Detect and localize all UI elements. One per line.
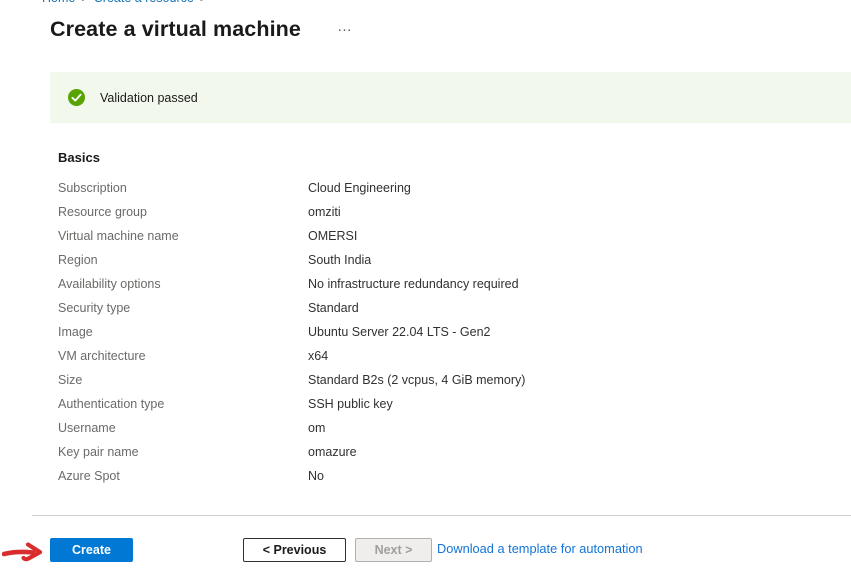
field-label: Security type xyxy=(58,301,308,315)
field-value: Cloud Engineering xyxy=(308,181,411,195)
field-row: ImageUbuntu Server 22.04 LTS - Gen2 xyxy=(58,320,831,344)
previous-button[interactable]: < Previous xyxy=(243,538,346,562)
field-row: SizeStandard B2s (2 vcpus, 4 GiB memory) xyxy=(58,368,831,392)
field-value: omazure xyxy=(308,445,357,459)
field-label: Image xyxy=(58,325,308,339)
page-title: Create a virtual machine xyxy=(50,17,301,42)
footer-divider xyxy=(32,515,851,516)
field-row: Security typeStandard xyxy=(58,296,831,320)
check-circle-icon xyxy=(68,89,85,106)
field-label: Availability options xyxy=(58,277,308,291)
field-row: Authentication typeSSH public key xyxy=(58,392,831,416)
field-label: Authentication type xyxy=(58,397,308,411)
field-label: Subscription xyxy=(58,181,308,195)
field-value: Standard xyxy=(308,301,359,315)
field-label: VM architecture xyxy=(58,349,308,363)
field-row: Key pair nameomazure xyxy=(58,440,831,464)
field-value: OMERSI xyxy=(308,229,357,243)
field-row: SubscriptionCloud Engineering xyxy=(58,176,831,200)
field-value: x64 xyxy=(308,349,328,363)
field-value: South India xyxy=(308,253,371,267)
field-row: Availability optionsNo infrastructure re… xyxy=(58,272,831,296)
field-value: Standard B2s (2 vcpus, 4 GiB memory) xyxy=(308,373,525,387)
fields-table: SubscriptionCloud EngineeringResource gr… xyxy=(58,176,831,488)
field-value: omziti xyxy=(308,205,341,219)
field-label: Key pair name xyxy=(58,445,308,459)
field-value: No xyxy=(308,469,324,483)
field-row: Azure SpotNo xyxy=(58,464,831,488)
field-value: No infrastructure redundancy required xyxy=(308,277,519,291)
field-label: Region xyxy=(58,253,308,267)
field-row: Resource groupomziti xyxy=(58,200,831,224)
field-label: Size xyxy=(58,373,308,387)
next-button: Next > xyxy=(355,538,432,562)
download-template-link[interactable]: Download a template for automation xyxy=(437,541,643,556)
field-label: Azure Spot xyxy=(58,469,308,483)
breadcrumb-home-link[interactable]: Home xyxy=(42,0,75,5)
field-value: Ubuntu Server 22.04 LTS - Gen2 xyxy=(308,325,491,339)
field-row: RegionSouth India xyxy=(58,248,831,272)
more-options-icon[interactable]: … xyxy=(337,18,353,35)
field-label: Resource group xyxy=(58,205,308,219)
field-row: Usernameom xyxy=(58,416,831,440)
field-row: Virtual machine nameOMERSI xyxy=(58,224,831,248)
breadcrumb: Home > Create a resource > xyxy=(42,0,212,5)
section-title-basics: Basics xyxy=(58,150,100,165)
breadcrumb-separator: > xyxy=(81,0,87,5)
create-button[interactable]: Create xyxy=(50,538,133,562)
footer-bar: Create < Previous Next > Download a temp… xyxy=(0,538,851,563)
field-value: om xyxy=(308,421,325,435)
breadcrumb-separator: > xyxy=(200,0,206,5)
field-label: Virtual machine name xyxy=(58,229,308,243)
validation-message: Validation passed xyxy=(100,91,198,105)
field-row: VM architecturex64 xyxy=(58,344,831,368)
breadcrumb-create-resource-link[interactable]: Create a resource xyxy=(94,0,194,5)
validation-banner: Validation passed xyxy=(50,72,851,123)
field-value: SSH public key xyxy=(308,397,393,411)
field-label: Username xyxy=(58,421,308,435)
